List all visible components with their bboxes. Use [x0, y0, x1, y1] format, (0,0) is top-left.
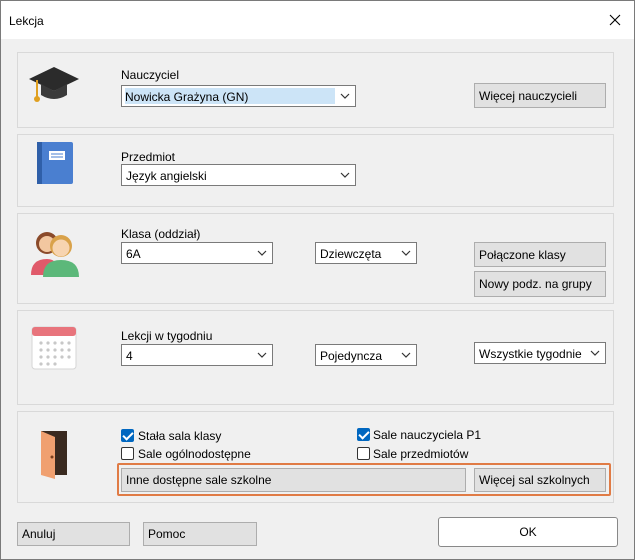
chevron-down-icon	[401, 352, 411, 358]
graduation-cap-icon	[29, 67, 79, 102]
fixed-class-room-label: Stała sala klasy	[138, 429, 222, 443]
lesson-type-value: Pojedyncza	[320, 349, 383, 363]
door-icon	[41, 431, 67, 479]
chevron-down-icon	[401, 250, 411, 256]
teacher-room-checkbox[interactable]	[357, 428, 370, 441]
cancel-button[interactable]: Anuluj	[17, 522, 130, 546]
highlight-frame	[117, 463, 611, 496]
class-select[interactable]: 6A	[121, 242, 273, 264]
close-button[interactable]	[604, 9, 626, 31]
chevron-down-icon	[340, 172, 350, 178]
title-bar: Lekcja	[1, 1, 634, 39]
teacher-label: Nauczyciel	[121, 68, 180, 82]
weeks-value: Wszystkie tygodnie	[479, 347, 582, 361]
subject-label: Przedmiot	[121, 150, 176, 164]
class-label: Klasa (oddział)	[121, 227, 201, 241]
close-icon	[609, 14, 621, 26]
subject-select[interactable]: Język angielski	[121, 164, 356, 186]
more-teachers-button[interactable]: Więcej nauczycieli	[474, 83, 606, 108]
teacher-value: Nowicka Grażyna (GN)	[125, 88, 335, 104]
window-title: Lekcja	[9, 14, 44, 28]
students-icon	[31, 232, 79, 277]
group-value: Dziewczęta	[320, 247, 382, 261]
subject-value: Język angielski	[126, 169, 207, 183]
book-icon	[37, 142, 73, 184]
chevron-down-icon	[590, 350, 600, 356]
chevron-down-icon	[257, 250, 267, 256]
chevron-down-icon	[257, 352, 267, 358]
calendar-icon	[31, 326, 77, 370]
ok-button[interactable]: OK	[438, 517, 618, 547]
new-group-split-button[interactable]: Nowy podz. na grupy	[474, 271, 606, 297]
lessons-count-value: 4	[126, 349, 133, 363]
joined-classes-button[interactable]: Połączone klasy	[474, 242, 606, 267]
shared-rooms-checkbox[interactable]	[121, 447, 134, 460]
subject-rooms-checkbox[interactable]	[357, 447, 370, 460]
teacher-select[interactable]: Nowicka Grażyna (GN)	[121, 85, 356, 107]
lesson-type-select[interactable]: Pojedyncza	[315, 344, 417, 366]
teacher-room-label: Sale nauczyciela P1	[373, 428, 482, 442]
fixed-class-room-checkbox[interactable]	[121, 429, 134, 442]
lessons-count-select[interactable]: 4	[121, 344, 273, 366]
group-select[interactable]: Dziewczęta	[315, 242, 417, 264]
shared-rooms-label: Sale ogólnodostępne	[138, 447, 251, 461]
weeks-select[interactable]: Wszystkie tygodnie	[474, 342, 606, 364]
chevron-down-icon	[340, 93, 350, 99]
lesson-dialog: Lekcja Nauczyciel Nowicka Grażyna (GN) W…	[0, 0, 635, 560]
class-value: 6A	[126, 247, 141, 261]
subject-rooms-label: Sale przedmiotów	[373, 447, 469, 461]
lessons-label: Lekcji w tygodniu	[121, 329, 213, 343]
help-button[interactable]: Pomoc	[143, 522, 257, 546]
